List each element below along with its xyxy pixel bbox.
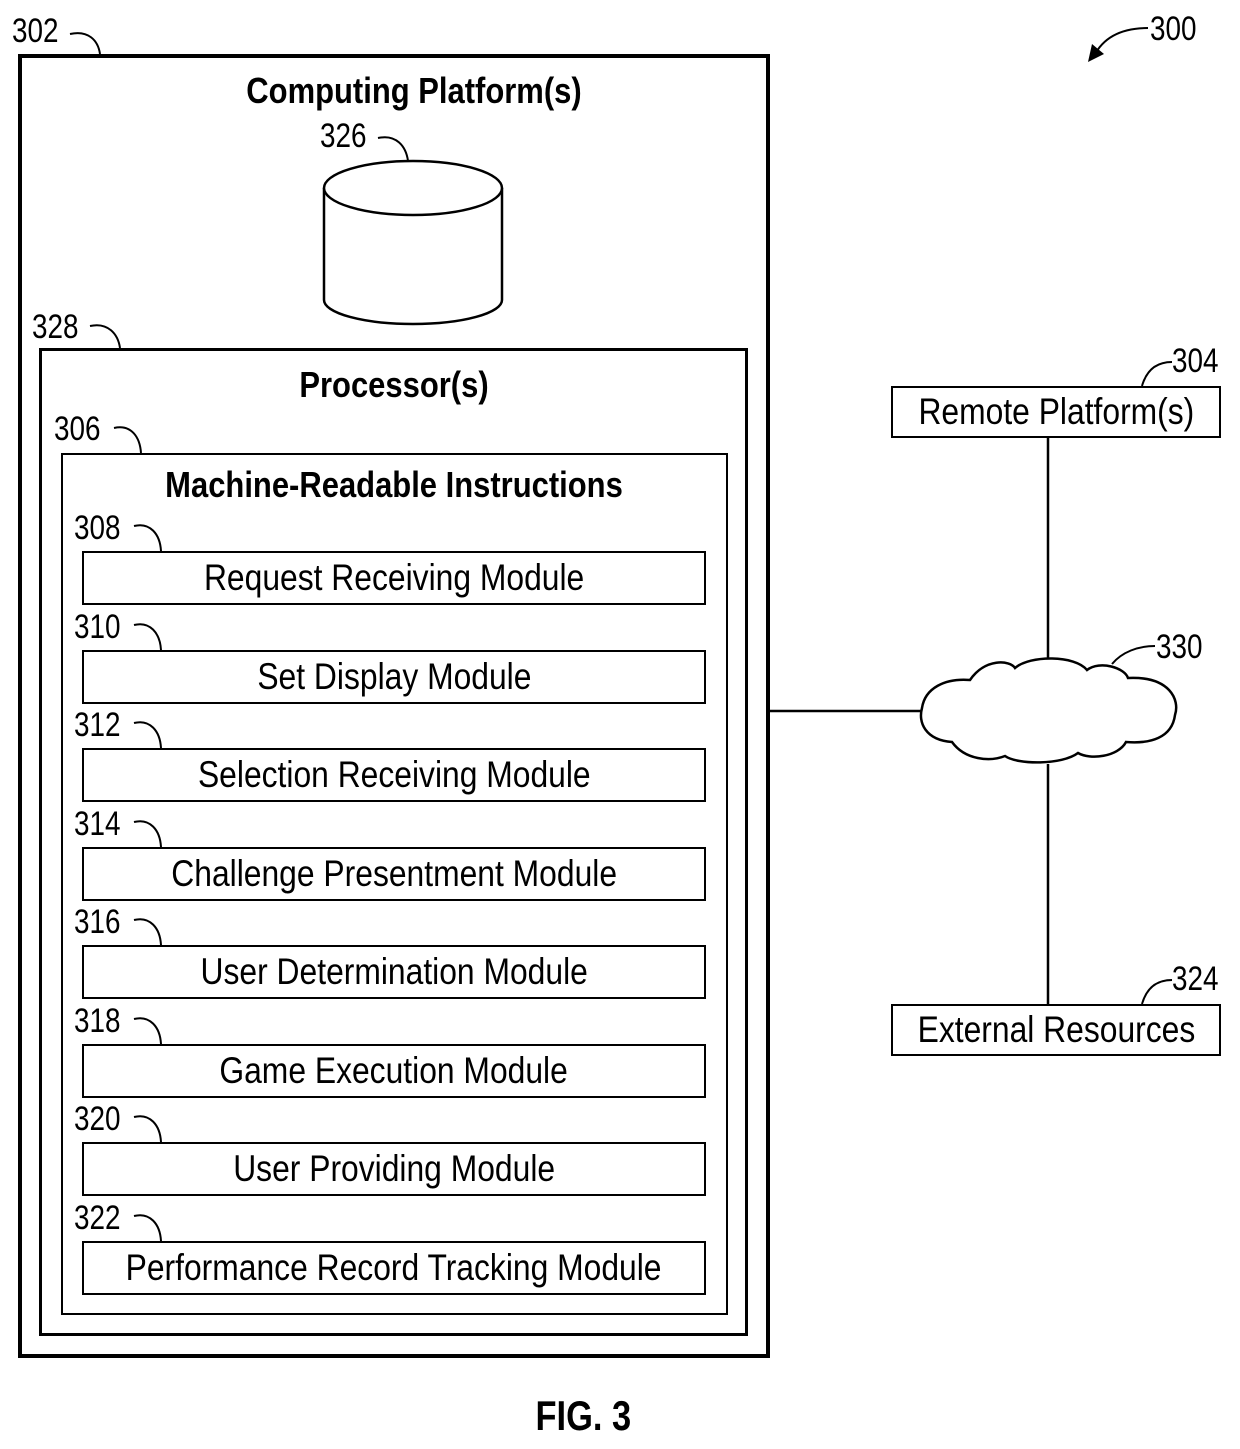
electronic-storage-label: Electronic [322,216,504,264]
instructions-title: Machine-Readable Instructions [165,464,623,505]
leader-330 [1111,645,1156,665]
module-label: Request Receiving Module [203,557,585,598]
external-resources-label: External Resources [917,1009,1195,1050]
electronic-storage-label-2: Storage [322,265,504,313]
module-ref: 318 [74,1002,121,1040]
leader-302 [69,32,101,55]
electronic-storage-line2: Storage [355,268,471,310]
module-ref: 312 [74,706,121,744]
electronic-storage-line1: Electronic [341,219,485,261]
ref-328: 328 [32,308,79,346]
ref-330: 330 [1156,628,1203,666]
leader-304 [1141,361,1173,387]
computing-platform-title: Computing Platform(s) [246,70,582,111]
cloud-icon [919,657,1178,764]
module-label: Set Display Module [256,656,532,697]
ref-326: 326 [320,117,367,155]
module-box: User Determination Module [82,945,706,999]
module-label: Challenge Presentment Module [171,853,617,894]
module-box: User Providing Module [82,1142,706,1196]
module-label: Performance Record Tracking Module [126,1247,662,1288]
module-label: Selection Receiving Module [197,754,591,795]
module-ref: 314 [74,805,121,843]
ref-324: 324 [1172,960,1219,998]
module-label: Game Execution Module [219,1050,569,1091]
remote-platform-label: Remote Platform(s) [918,391,1194,432]
figure-label-text: FIG. 3 [535,1392,631,1439]
module-ref: 310 [74,608,121,646]
module-box: Set Display Module [82,650,706,704]
module-box: Challenge Presentment Module [82,847,706,901]
arrowhead-300 [1088,44,1104,62]
module-ref: 316 [74,903,121,941]
figure-label: FIG. 3 [0,1392,1166,1440]
module-box: Game Execution Module [82,1044,706,1098]
module-label: User Providing Module [233,1148,555,1189]
ref-306: 306 [54,410,101,448]
ref-302: 302 [12,12,59,50]
ref-304: 304 [1172,342,1219,380]
module-ref: 308 [74,509,121,547]
module-label: User Determination Module [200,951,588,992]
leader-300 [1093,27,1149,57]
external-resources-box: External Resources [891,1004,1221,1056]
remote-platform-box: Remote Platform(s) [891,386,1221,438]
module-box: Request Receiving Module [82,551,706,605]
module-ref: 320 [74,1100,121,1138]
module-box: Selection Receiving Module [82,748,706,802]
module-ref: 322 [74,1199,121,1237]
module-box: Performance Record Tracking Module [82,1241,706,1295]
processor-title: Processor(s) [299,364,489,405]
leader-324 [1141,979,1173,1005]
ref-300: 300 [1150,10,1197,48]
